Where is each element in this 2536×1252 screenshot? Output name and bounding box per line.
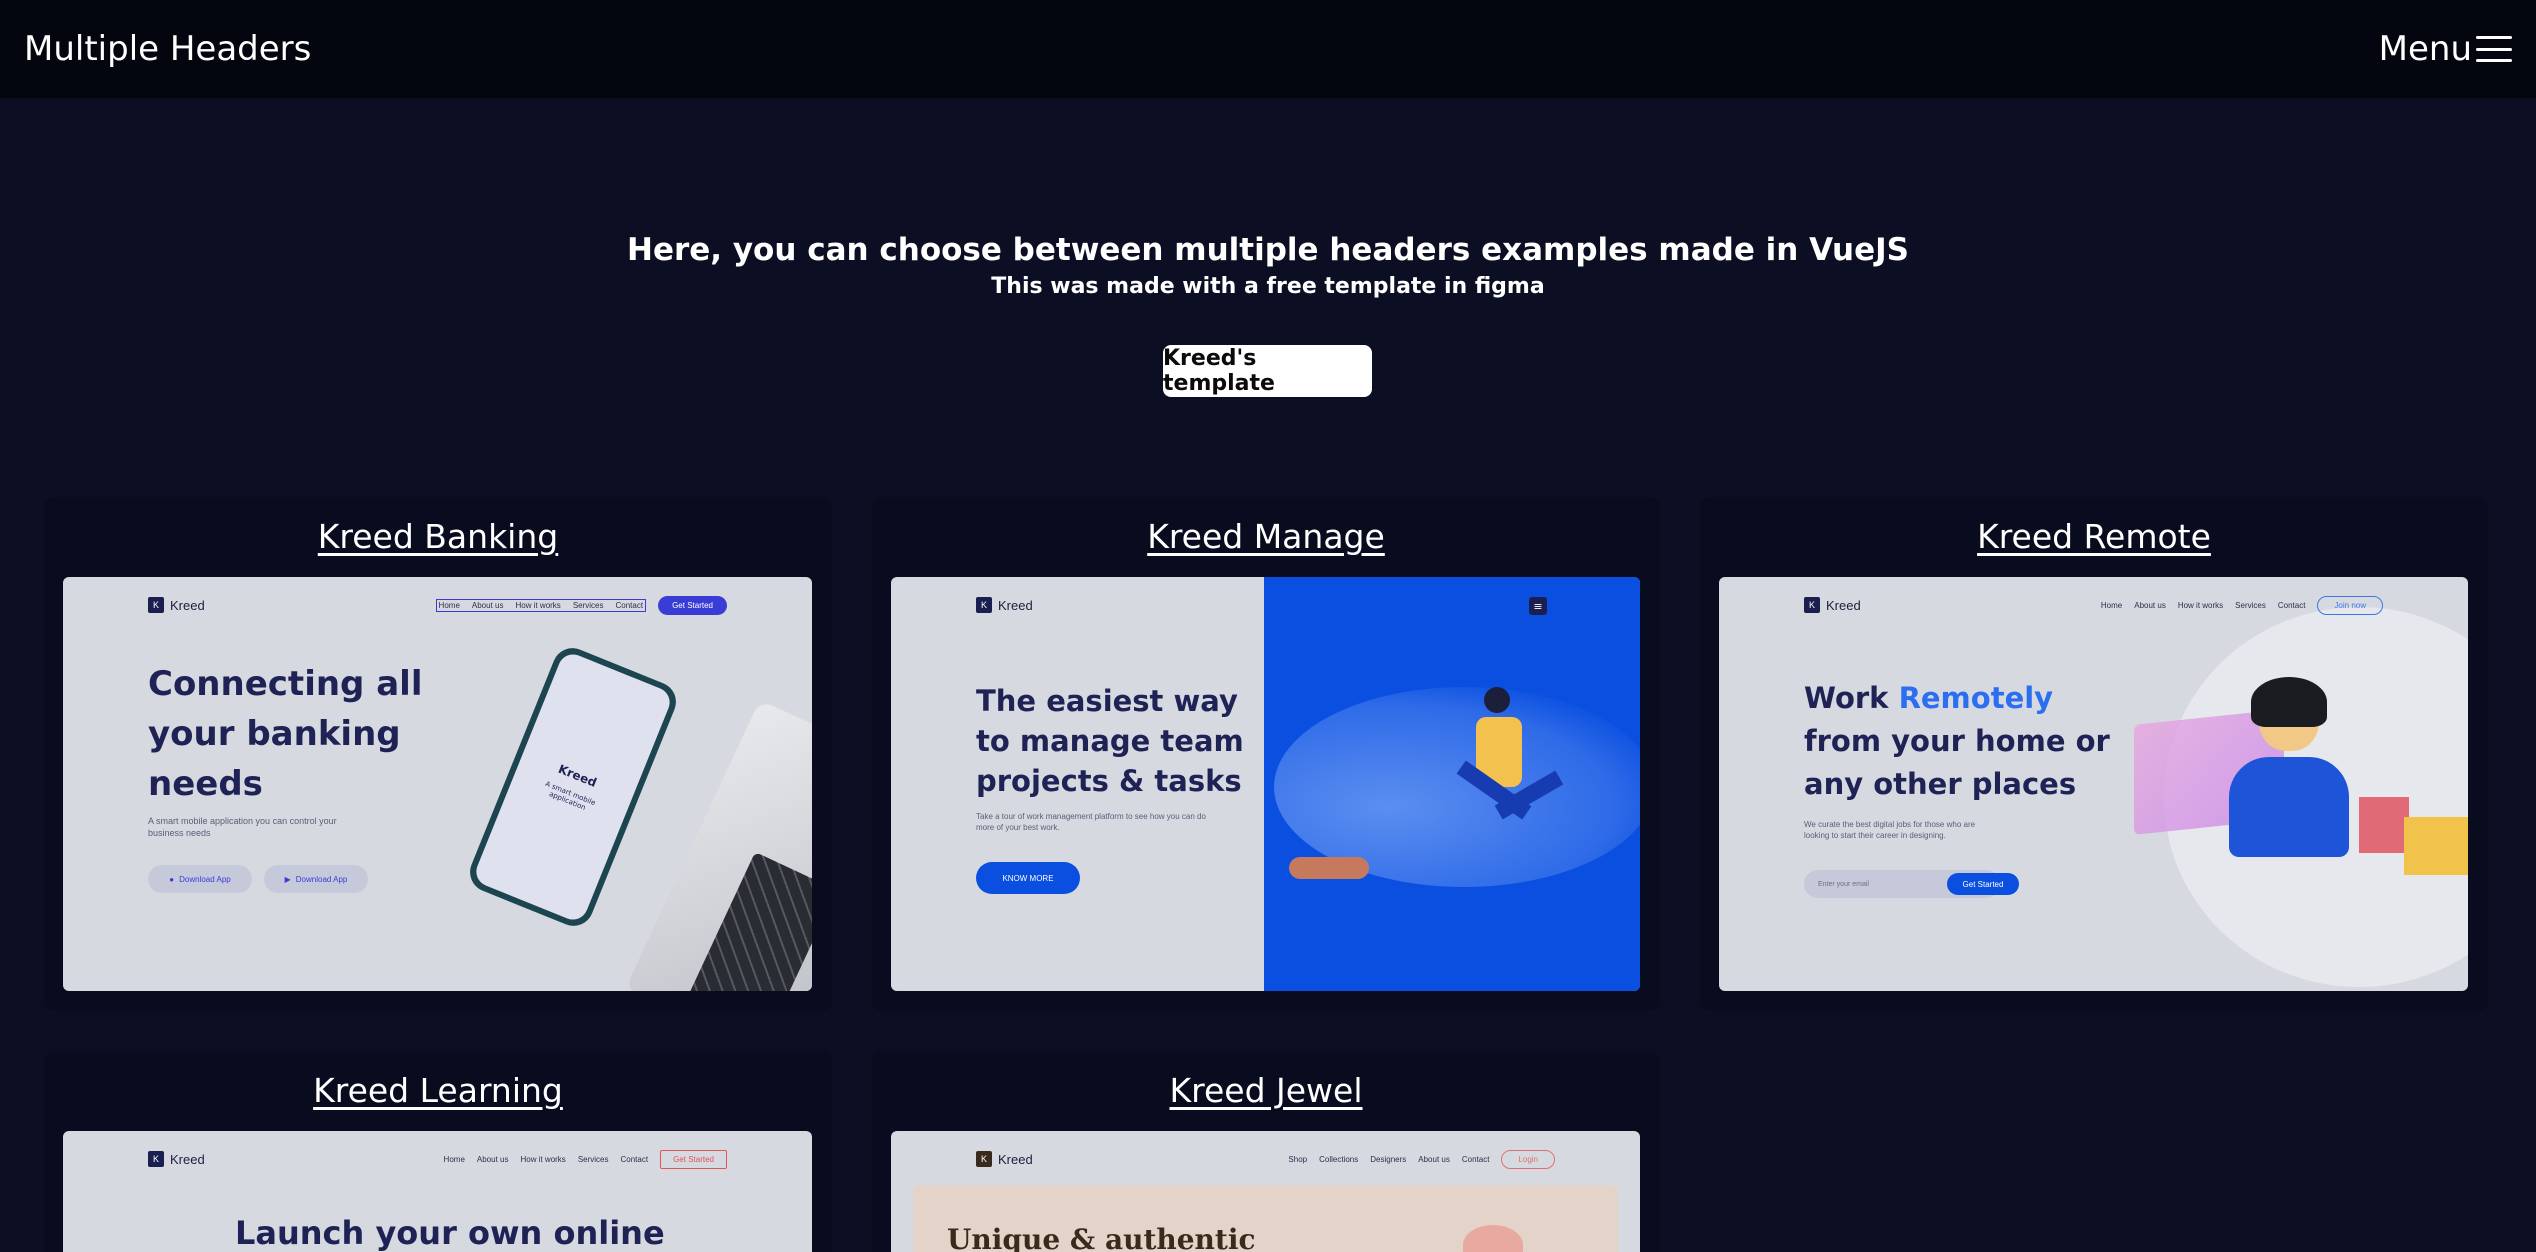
learning-preview-nav: K Kreed Home About us How it works Services C… xyxy=(148,1147,727,1171)
intro-section: Here, you can choose between multiple he… xyxy=(0,228,2536,302)
card-kreed-learning: Kreed Learning K Kreed Home About us How it… xyxy=(44,1051,832,1252)
running-person-illustration xyxy=(1456,687,1564,887)
manage-logo: K Kreed xyxy=(976,597,1033,613)
banking-hero-title: Connecting all your banking needs xyxy=(148,664,423,804)
kreed-logo-icon: K xyxy=(1804,597,1820,613)
intro-title: Here, you can choose between multiple he… xyxy=(627,232,1909,268)
menu-label: Menu xyxy=(2378,29,2472,69)
card-title-banking[interactable]: Kreed Banking xyxy=(44,517,832,556)
preview-kreed-learning[interactable]: K Kreed Home About us How it works Services C… xyxy=(63,1131,812,1252)
learning-hero-title: Launch your own online xyxy=(235,1214,665,1252)
card-title-manage[interactable]: Kreed Manage xyxy=(872,517,1660,556)
manage-blue-panel: ≡ xyxy=(1264,577,1640,991)
jewel-hero-panel: Unique & authentic xyxy=(913,1185,1618,1252)
hamburger-icon xyxy=(2476,36,2512,62)
remote-hero-title: Work Remotely from your home or any othe… xyxy=(1804,681,2110,801)
banking-nav-links: Home About us How it works Services Contact … xyxy=(435,595,727,615)
apple-icon: ● xyxy=(169,874,175,884)
dog-illustration xyxy=(1289,857,1369,879)
learning-logo: K Kreed xyxy=(148,1151,205,1167)
remote-nav-links: Home About us How it works Services Contact … xyxy=(2101,595,2383,615)
jewel-logo: K Kreed xyxy=(976,1151,1033,1167)
site-brand[interactable]: Multiple Headers xyxy=(24,29,311,69)
jewel-preview-nav: K Kreed Shop Collections Designers About us C… xyxy=(976,1147,1555,1171)
hand-illustration xyxy=(1463,1225,1523,1252)
preview-kreed-banking[interactable]: K Kreed Home About us How it works Services C… xyxy=(63,577,812,991)
remote-get-started-button[interactable]: Get Started xyxy=(1947,873,2019,895)
card-title-jewel[interactable]: Kreed Jewel xyxy=(872,1071,1660,1110)
banking-preview-nav: K Kreed Home About us How it works Services C… xyxy=(148,593,727,617)
remote-hero-sub: We curate the best digital jobs for thos… xyxy=(1804,820,1976,840)
card-title-learning[interactable]: Kreed Learning xyxy=(44,1071,832,1110)
kreed-template-button[interactable]: Kreed's template xyxy=(1163,345,1372,397)
manage-hero-sub: Take a tour of work management platform … xyxy=(976,812,1206,832)
download-app-button-2[interactable]: ▶ Download App xyxy=(264,865,368,893)
card-title-remote[interactable]: Kreed Remote xyxy=(1700,517,2488,556)
boxes-illustration xyxy=(2359,797,2409,853)
jewel-nav-links: Shop Collections Designers About us Contact … xyxy=(1288,1149,1555,1169)
phone-image: Kreed A smart mobile application xyxy=(464,642,682,932)
card-kreed-manage: Kreed Manage ≡ K Kreed The easiest way to… xyxy=(872,497,1660,1011)
remote-logo: K Kreed xyxy=(1804,597,1861,613)
kreed-logo-icon: K xyxy=(976,1151,992,1167)
manage-hero-title: The easiest way to manage team projects … xyxy=(976,684,1244,798)
card-kreed-banking: Kreed Banking K Kreed Home About us How it … xyxy=(44,497,832,1011)
menu-button[interactable]: Menu xyxy=(2379,29,2512,69)
intro-subtitle: This was made with a free template in fi… xyxy=(991,274,1545,299)
kreed-logo-icon: K xyxy=(148,1151,164,1167)
preview-kreed-manage[interactable]: ≡ K Kreed The easiest way to manage team … xyxy=(891,577,1640,991)
remote-preview-nav: K Kreed Home About us How it works Services C… xyxy=(1804,593,2383,617)
card-kreed-remote: Kreed Remote K Kreed Home About us How it w… xyxy=(1700,497,2488,1011)
preview-kreed-remote[interactable]: K Kreed Home About us How it works Services C… xyxy=(1719,577,2468,991)
kreed-logo-icon: K xyxy=(148,597,164,613)
preview-kreed-jewel[interactable]: K Kreed Shop Collections Designers About us C… xyxy=(891,1131,1640,1252)
banking-hero-sub: A smart mobile application you can contr… xyxy=(148,816,337,838)
play-store-icon: ▶ xyxy=(284,874,291,884)
top-bar: Multiple Headers Menu xyxy=(0,0,2536,98)
download-app-button-1[interactable]: ● Download App xyxy=(148,865,252,893)
manage-menu-icon[interactable]: ≡ xyxy=(1529,597,1547,615)
learning-nav-links: Home About us How it works Services Contact … xyxy=(444,1149,727,1169)
kreed-logo-icon: K xyxy=(976,597,992,613)
card-kreed-jewel: Kreed Jewel K Kreed Shop Collections Design… xyxy=(872,1051,1660,1252)
know-more-button[interactable]: KNOW MORE xyxy=(976,862,1080,894)
jewel-hero-title: Unique & authentic xyxy=(947,1223,1256,1252)
banking-logo: K Kreed xyxy=(148,597,205,613)
